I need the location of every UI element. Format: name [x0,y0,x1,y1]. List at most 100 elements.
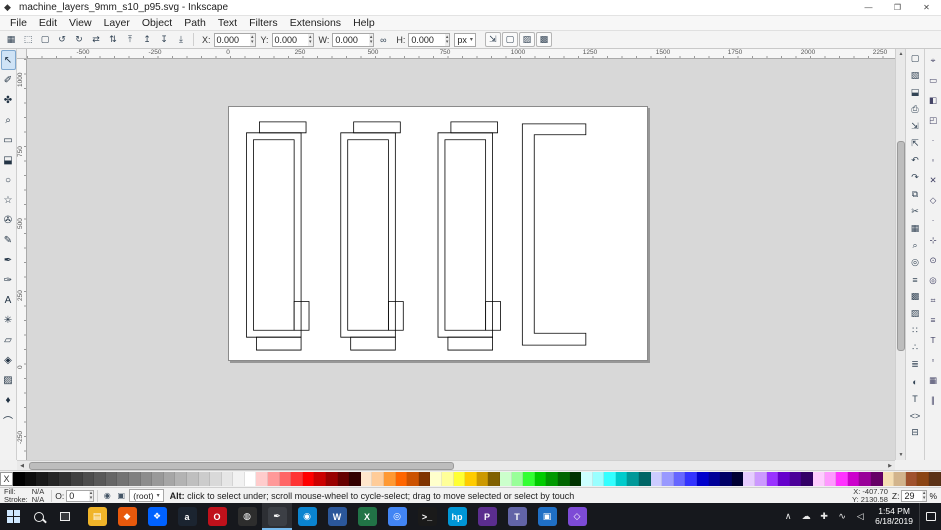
palette-swatch[interactable] [859,472,871,486]
palette-swatch[interactable] [302,472,315,486]
excel-icon[interactable]: X [352,503,382,530]
opera-icon[interactable]: O [202,503,232,530]
deselect-button[interactable]: ▢ [37,32,53,47]
search-button[interactable] [26,503,52,530]
palette-swatch[interactable] [824,472,837,486]
palette-swatch[interactable] [523,472,535,486]
word-icon[interactable]: W [322,503,352,530]
taskbar-clock[interactable]: 1:54 PM 6/18/2019 [869,506,919,526]
layer-outline-path[interactable] [340,132,396,338]
start-button[interactable] [0,503,26,530]
y-input[interactable]: 0.000 ▴ ▾ [271,32,314,47]
3dbox-tool[interactable]: ⬓ [1,150,16,170]
snap-midpoints-toggle[interactable]: ◎ [926,270,941,290]
palette-swatch[interactable] [175,472,187,486]
palette-swatch[interactable] [395,472,408,486]
snap-guides-toggle[interactable]: ∥ [926,390,941,410]
snap-text-baseline-toggle[interactable]: T [926,330,941,350]
snap-object-centers-toggle[interactable]: ⌗ [926,290,941,310]
palette-swatch[interactable] [24,472,37,486]
palette-swatch[interactable] [708,472,721,486]
snap-path-intersections-toggle[interactable]: · [926,210,941,230]
horizontal-scrollbar[interactable]: ◀ ▶ [17,460,895,470]
zoom-spinner[interactable]: ▴ ▾ [921,490,927,501]
taskbar-app-icon[interactable]: ◇ [562,503,592,530]
snap-bbox-corners-toggle[interactable]: ◰ [926,110,941,130]
tray-expand-icon[interactable]: ∧ [779,503,797,530]
palette-swatch[interactable] [349,472,361,486]
palette-swatch[interactable] [778,472,790,486]
clone-button[interactable]: ▩ [907,288,923,305]
bucket-tool[interactable]: ◈ [1,350,16,370]
calligraphy-tool[interactable]: ✑ [1,270,16,290]
inkscape-icon[interactable]: ✒ [262,503,292,530]
palette-swatch[interactable] [59,472,71,486]
y-spinner[interactable]: ▴ ▾ [308,33,313,46]
taskbar-app-icon[interactable]: ◉ [292,503,322,530]
palette-swatch[interactable] [662,472,674,486]
palette-swatch[interactable] [244,472,257,486]
menu-path[interactable]: Path [178,17,212,29]
layer-lock-icon[interactable]: ▣ [115,490,127,502]
palette-swatch[interactable] [569,472,582,486]
width-input[interactable]: 0.000 ▴ ▾ [332,32,375,47]
palette-swatch[interactable] [291,472,303,486]
raise-to-top-button[interactable]: ⤒ [122,32,138,47]
layer-outline-path[interactable] [437,132,493,338]
flip-vertical-button[interactable]: ⇅ [105,32,121,47]
palette-swatch[interactable] [140,472,153,486]
menu-filters[interactable]: Filters [243,17,284,29]
scale-corners-toggle[interactable]: ▢ [501,32,518,47]
palette-swatch[interactable] [615,472,628,486]
palette-swatch[interactable] [812,472,825,486]
gradient-tool[interactable]: ▨ [1,370,16,390]
network-icon[interactable]: ∿ [833,503,851,530]
layer-outline-path[interactable] [521,123,587,346]
palette-swatch[interactable] [47,472,60,486]
snap-cusp-nodes-toggle[interactable]: ⊹ [926,230,941,250]
palette-swatch[interactable] [755,472,767,486]
move-gradients-toggle[interactable]: ▨ [518,32,535,47]
palette-swatch[interactable] [917,472,929,486]
spray-tool[interactable]: ✳ [1,310,16,330]
zoom-drawing-button[interactable]: ⌕ [907,237,923,254]
palette-swatch[interactable] [418,472,431,486]
taskbar-app-icon[interactable]: P [472,503,502,530]
lower-to-bottom-button[interactable]: ⤓ [173,32,189,47]
layers-dialog-button[interactable]: ≣ [907,356,923,373]
palette-swatch[interactable] [36,472,48,486]
palette-swatch[interactable] [604,472,616,486]
palette-swatch[interactable] [360,472,373,486]
palette-swatch[interactable] [268,472,280,486]
close-button[interactable]: ✕ [912,0,941,16]
taskbar-app-icon[interactable]: ◍ [232,503,262,530]
layer-outline-path[interactable] [485,301,501,331]
w-spinner[interactable]: ▴ ▾ [368,33,374,46]
palette-swatch[interactable] [210,472,222,486]
menu-text[interactable]: Text [212,17,243,29]
palette-swatch[interactable] [546,472,558,486]
amazon-icon[interactable]: a [172,503,202,530]
layer-outline-path[interactable] [253,139,295,331]
chrome-icon[interactable]: ◎ [382,503,412,530]
zoom-page-button[interactable]: ◎ [907,254,923,271]
scale-stroke-toggle[interactable]: ⇲ [484,32,501,47]
menu-edit[interactable]: Edit [33,17,63,29]
text-tool[interactable]: A [1,290,16,310]
file-explorer-icon[interactable]: ▤ [82,503,112,530]
document-page[interactable] [228,106,648,361]
palette-swatch[interactable] [105,472,118,486]
snap-paths-toggle[interactable]: ◇ [926,190,941,210]
vertical-scroll-thumb[interactable] [897,141,905,351]
rotate-cw-button[interactable]: ↻ [71,32,87,47]
layer-outline-path[interactable] [353,121,401,134]
spiral-tool[interactable]: ✇ [1,210,16,230]
snap-bbox-toggle[interactable]: ▭ [926,70,941,90]
palette-swatch[interactable] [743,472,755,486]
horizontal-scroll-thumb[interactable] [29,462,454,470]
snap-rotation-centers-toggle[interactable]: ≡ [926,310,941,330]
layer-outline-path[interactable] [350,336,396,351]
raise-button[interactable]: ↥ [139,32,155,47]
unit-select[interactable]: px ▾ [454,32,476,47]
action-center-button[interactable] [919,503,941,530]
